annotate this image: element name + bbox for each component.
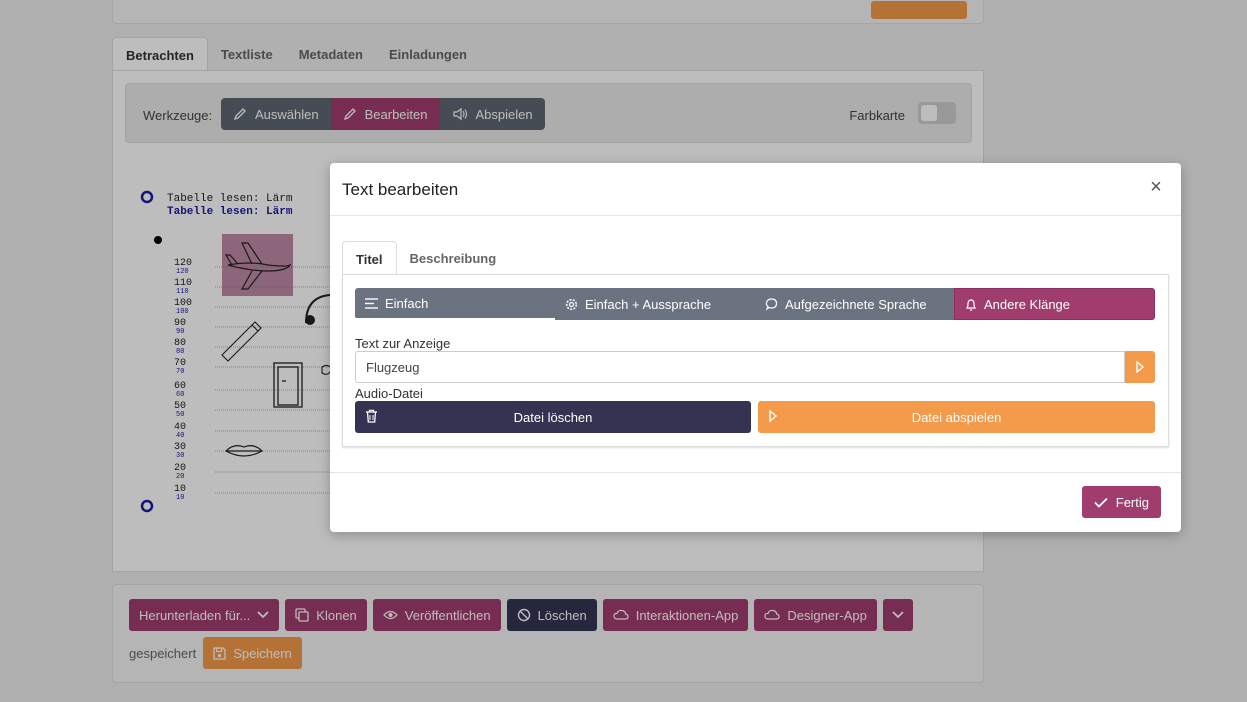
type-simple-label: Einfach [385, 295, 429, 311]
type-recorded-button[interactable]: Aufgezeichnete Sprache [755, 288, 954, 320]
dialog-footer: Fertig [330, 472, 1181, 532]
type-other-sounds-button[interactable]: Andere Klänge [954, 288, 1155, 320]
done-button[interactable]: Fertig [1081, 486, 1161, 518]
tab-beschreibung[interactable]: Beschreibung [397, 241, 510, 275]
align-left-icon [365, 297, 378, 309]
play-icon [1136, 361, 1145, 373]
audio-file-label: Audio-Datei [355, 386, 423, 401]
gear-icon [565, 298, 578, 310]
delete-file-button[interactable]: Datei löschen [355, 401, 751, 433]
done-label: Fertig [1115, 494, 1149, 510]
dialog-title: Text bearbeiten [342, 180, 459, 199]
checkmark-icon [1094, 497, 1108, 508]
text-display-input[interactable]: Flugzeug [355, 351, 1125, 383]
speech-bubble-icon [765, 297, 778, 311]
dialog-tab-panel: Einfach Einfach + Aussprache Aufgezeichn… [342, 274, 1169, 447]
type-other-sounds-label: Andere Klänge [984, 296, 1071, 312]
play-icon [769, 409, 778, 423]
dialog-tabs: Titel Beschreibung [342, 241, 509, 275]
dialog-header: Text bearbeiten × [330, 163, 1181, 216]
trash-icon [366, 409, 377, 423]
play-file-button[interactable]: Datei abspielen [758, 401, 1155, 433]
type-pronunciation-button[interactable]: Einfach + Aussprache [555, 288, 755, 320]
text-play-button[interactable] [1125, 351, 1155, 383]
close-icon[interactable]: × [1147, 177, 1165, 197]
text-type-selector: Einfach Einfach + Aussprache Aufgezeichn… [355, 288, 1155, 320]
type-simple-button[interactable]: Einfach [355, 288, 555, 320]
edit-text-dialog: Text bearbeiten × Titel Beschreibung Ein… [330, 163, 1181, 532]
tab-titel[interactable]: Titel [342, 241, 397, 275]
play-file-label: Datei abspielen [911, 409, 1002, 425]
bell-icon [965, 298, 977, 311]
text-display-label: Text zur Anzeige [355, 336, 451, 351]
delete-file-label: Datei löschen [513, 409, 593, 425]
type-pronunciation-label: Einfach + Aussprache [585, 296, 712, 312]
type-recorded-label: Aufgezeichnete Sprache [785, 296, 927, 312]
